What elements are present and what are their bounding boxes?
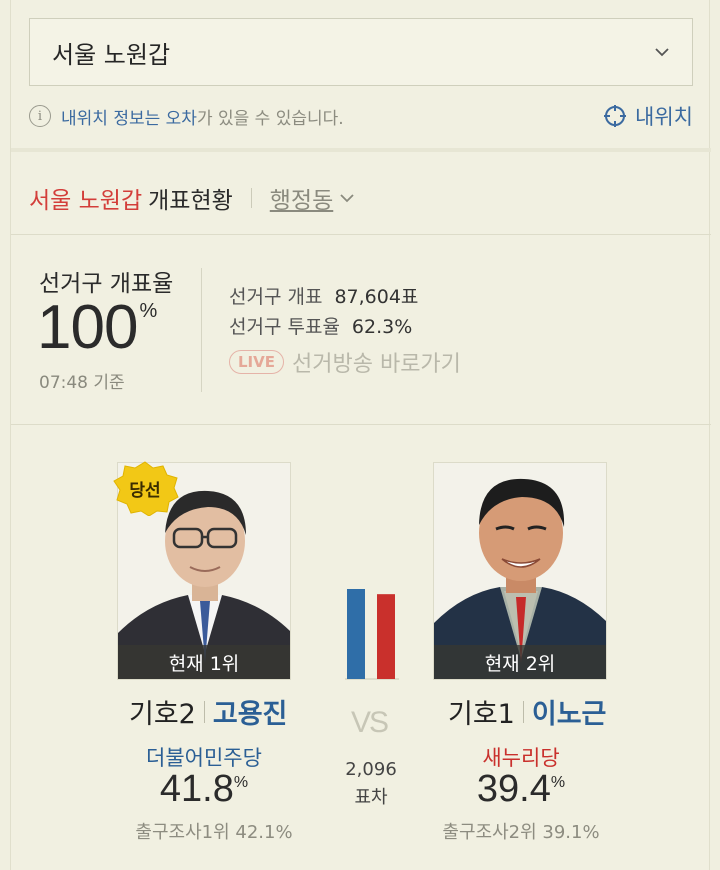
candidate-card-2[interactable]: 현재 2위: [433, 462, 607, 680]
name-separator: [522, 700, 524, 723]
count-header: 서울 노원갑 개표현황 행정동: [29, 178, 355, 218]
region-select-value: 서울 노원갑: [52, 40, 171, 69]
vote-difference-value: 2,096: [345, 759, 397, 780]
candidate-name-1: 기호2 고용진: [129, 692, 287, 731]
election-panel: 서울 노원갑 i 내위치 정보는 오차 가 있을 수 있습니다. 내위치 서울 …: [10, 0, 711, 870]
stat-count: 선거구 개표 87,604표: [229, 282, 418, 309]
vote-comparison-bars: [345, 589, 399, 680]
stat-turnout: 선거구 투표율 62.3%: [229, 312, 412, 339]
notice-text: 가 있을 수 있습니다.: [196, 108, 344, 129]
candidate-pct-unit: %: [550, 774, 566, 791]
candidate-exit-poll-2: 출구조사2위 39.1%: [442, 822, 600, 843]
rate-timestamp: 07:48 기준: [39, 373, 125, 393]
section-divider: [11, 234, 711, 235]
count-rate: 100%: [37, 292, 157, 363]
count-rate-value: 100: [37, 293, 138, 362]
candidate-name: 이노근: [531, 699, 607, 730]
candidate-pct-1: 41.8%: [104, 768, 304, 811]
location-notice: i 내위치 정보는 오차 가 있을 수 있습니다. 내위치: [29, 98, 693, 134]
count-rate-unit: %: [139, 300, 157, 322]
candidate-pct-value: 39.4: [476, 768, 551, 810]
vote-difference-label: 표차: [354, 787, 388, 808]
candidate-photo: 현재 2위: [433, 462, 607, 680]
count-header-title: 개표현황: [148, 188, 233, 214]
candidate-name: 고용진: [212, 699, 288, 730]
stat-divider: [201, 268, 202, 392]
notice-highlight: 내위치 정보는 오차: [61, 108, 197, 129]
name-separator: [203, 700, 205, 723]
candidate-pct-value: 41.8: [159, 768, 234, 810]
live-broadcast-link[interactable]: LIVE 선거방송 바로가기: [229, 346, 461, 378]
live-badge: LIVE: [229, 350, 284, 374]
admin-dong-label: 행정동: [269, 188, 334, 214]
vs-label: VS: [351, 706, 389, 739]
vote-bar-2: [377, 594, 395, 679]
vote-bar-1: [347, 589, 365, 679]
count-header-region: 서울 노원갑: [29, 188, 143, 214]
live-label: 선거방송 바로가기: [292, 352, 461, 377]
candidate-number: 기호2: [129, 699, 196, 730]
candidate-pct-unit: %: [233, 774, 249, 791]
stat-turnout-label: 선거구 투표율: [229, 316, 340, 338]
elected-badge: 당선: [111, 460, 179, 517]
stat-count-label: 선거구 개표: [229, 286, 323, 308]
chevron-down-icon: [340, 194, 354, 203]
crosshair-icon: [604, 105, 627, 127]
stat-turnout-value: 62.3%: [351, 316, 413, 338]
section-divider: [11, 424, 711, 425]
candidate-number: 기호1: [448, 699, 515, 730]
section-divider: [11, 148, 711, 152]
chevron-down-icon: [655, 48, 669, 57]
region-select[interactable]: 서울 노원갑: [29, 18, 693, 86]
info-icon: i: [29, 105, 51, 127]
candidate-rank: 현재 1위: [118, 645, 290, 679]
vote-difference: 2,096 표차: [331, 756, 411, 812]
candidate-pct-2: 39.4%: [421, 768, 621, 811]
candidate-name-2: 기호1 이노근: [448, 692, 606, 731]
candidate-rank: 현재 2위: [434, 645, 606, 679]
header-separator: [250, 188, 252, 208]
candidate-exit-poll-1: 출구조사1위 42.1%: [135, 822, 293, 843]
admin-dong-dropdown[interactable]: 행정동: [270, 181, 355, 215]
stat-count-value: 87,604표: [334, 286, 419, 308]
my-location-button[interactable]: 내위치: [603, 101, 693, 131]
my-location-label: 내위치: [635, 105, 693, 129]
elected-label: 당선: [129, 480, 161, 501]
